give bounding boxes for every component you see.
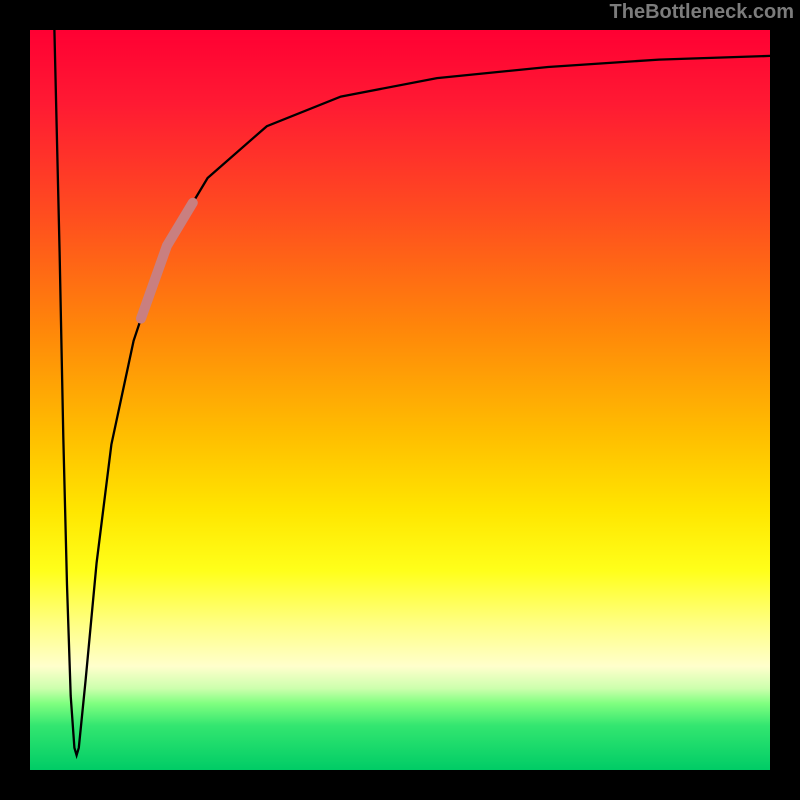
- chart-curve-svg: [30, 30, 770, 770]
- chart-curve-path: [54, 30, 770, 755]
- chart-plot-area: [30, 30, 770, 770]
- chart-curve-highlight: [141, 203, 193, 319]
- attribution-label: TheBottleneck.com: [610, 0, 794, 24]
